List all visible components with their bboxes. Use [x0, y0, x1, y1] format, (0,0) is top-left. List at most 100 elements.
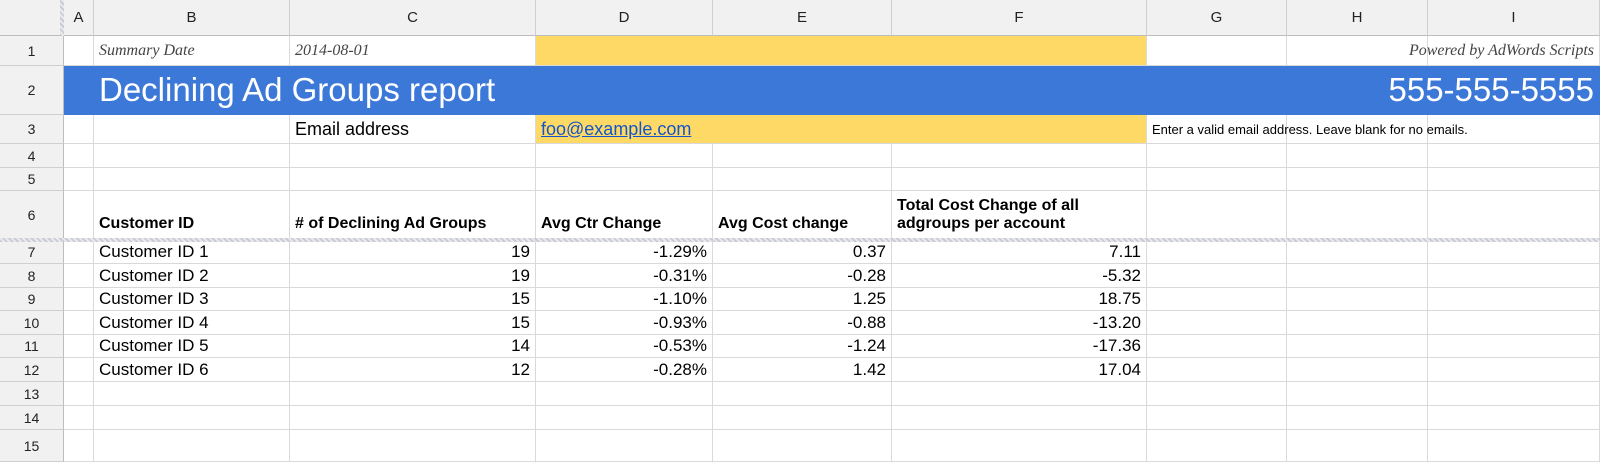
grid-cell[interactable] — [1428, 358, 1600, 382]
grid-cell[interactable] — [1428, 382, 1600, 406]
grid-cell[interactable] — [1428, 335, 1600, 358]
email-label[interactable]: Email address — [290, 115, 536, 144]
grid-cell[interactable] — [64, 115, 94, 144]
grid-cell[interactable] — [290, 382, 536, 406]
grid-cell[interactable] — [536, 382, 713, 406]
cell-ctr[interactable]: -0.31% — [536, 264, 713, 288]
grid-cell[interactable] — [536, 144, 713, 168]
row-header-13[interactable]: 13 — [0, 382, 64, 406]
row-header-6[interactable]: 6 — [0, 191, 64, 240]
column-header-b[interactable]: B — [94, 0, 290, 36]
cell-total[interactable]: 7.11 — [892, 240, 1147, 264]
highlight-cell[interactable] — [536, 36, 1147, 66]
grid-cell[interactable] — [1287, 144, 1428, 168]
cell-declining[interactable]: 15 — [290, 288, 536, 311]
grid-cell[interactable] — [1287, 358, 1428, 382]
grid-cell[interactable] — [1147, 191, 1287, 240]
cell-declining[interactable]: 14 — [290, 335, 536, 358]
header-declining[interactable]: # of Declining Ad Groups — [290, 191, 536, 240]
grid-cell[interactable] — [1428, 191, 1600, 240]
grid-cell[interactable] — [713, 144, 892, 168]
grid-cell[interactable] — [892, 144, 1147, 168]
grid-cell[interactable] — [64, 311, 94, 335]
row-header-8[interactable]: 8 — [0, 264, 64, 288]
cell-cost[interactable]: 1.42 — [713, 358, 892, 382]
row-header-15[interactable]: 15 — [0, 430, 64, 462]
cell-ctr[interactable]: -0.93% — [536, 311, 713, 335]
grid-cell[interactable] — [1147, 240, 1287, 264]
grid-cell[interactable] — [1147, 430, 1287, 462]
grid-cell[interactable] — [1287, 382, 1428, 406]
grid-cell[interactable] — [1147, 406, 1287, 430]
cell-ctr[interactable]: -0.28% — [536, 358, 713, 382]
grid-cell[interactable] — [1147, 288, 1287, 311]
grid-cell[interactable] — [1287, 430, 1428, 462]
cell-customer-id[interactable]: Customer ID 4 — [94, 311, 290, 335]
cell-cost[interactable]: 1.25 — [713, 288, 892, 311]
cell-cost[interactable]: -0.88 — [713, 311, 892, 335]
cell-declining[interactable]: 19 — [290, 240, 536, 264]
grid-cell[interactable] — [94, 168, 290, 191]
column-header-i[interactable]: I — [1428, 0, 1600, 36]
row-header-10[interactable]: 10 — [0, 311, 64, 335]
grid-cell[interactable] — [94, 430, 290, 462]
cell-total[interactable]: -5.32 — [892, 264, 1147, 288]
grid-cell[interactable] — [1428, 430, 1600, 462]
cell-declining[interactable]: 12 — [290, 358, 536, 382]
grid-cell[interactable] — [1147, 311, 1287, 335]
grid-cell[interactable] — [64, 36, 94, 66]
grid-cell[interactable] — [1428, 168, 1600, 191]
grid-cell[interactable] — [713, 430, 892, 462]
grid-cell[interactable] — [713, 406, 892, 430]
summary-date-label[interactable]: Summary Date — [94, 36, 290, 66]
grid-cell[interactable] — [64, 240, 94, 264]
grid-cell[interactable] — [1428, 144, 1600, 168]
column-header-d[interactable]: D — [536, 0, 713, 36]
email-input[interactable]: foo@example.com — [536, 115, 1147, 144]
grid-cell[interactable] — [94, 115, 290, 144]
row-header-2[interactable]: 2 — [0, 66, 64, 115]
row-header-1[interactable]: 1 — [0, 36, 64, 66]
column-header-c[interactable]: C — [290, 0, 536, 36]
grid-cell[interactable] — [290, 168, 536, 191]
row-header-9[interactable]: 9 — [0, 288, 64, 311]
grid-cell[interactable] — [64, 288, 94, 311]
grid-cell[interactable] — [64, 382, 94, 406]
column-header-g[interactable]: G — [1147, 0, 1287, 36]
grid-cell[interactable] — [94, 382, 290, 406]
column-header-a[interactable]: A — [64, 0, 94, 36]
grid-cell[interactable] — [1287, 191, 1428, 240]
grid-cell[interactable] — [1147, 335, 1287, 358]
grid-cell[interactable] — [892, 382, 1147, 406]
cell-customer-id[interactable]: Customer ID 3 — [94, 288, 290, 311]
grid-cell[interactable] — [64, 168, 94, 191]
grid-cell[interactable] — [1428, 406, 1600, 430]
row-header-7[interactable]: 7 — [0, 240, 64, 264]
grid-cell[interactable] — [892, 406, 1147, 430]
cell-customer-id[interactable]: Customer ID 2 — [94, 264, 290, 288]
cell-customer-id[interactable]: Customer ID 5 — [94, 335, 290, 358]
grid-cell[interactable] — [1428, 311, 1600, 335]
row-header-4[interactable]: 4 — [0, 144, 64, 168]
header-total-cost[interactable]: Total Cost Change of all adgroups per acc… — [892, 191, 1147, 240]
grid-cell[interactable] — [64, 264, 94, 288]
grid-cell[interactable] — [290, 406, 536, 430]
grid-cell[interactable] — [290, 430, 536, 462]
cell-declining[interactable]: 15 — [290, 311, 536, 335]
column-header-f[interactable]: F — [892, 0, 1147, 36]
cell-total[interactable]: 17.04 — [892, 358, 1147, 382]
grid-cell[interactable] — [64, 430, 94, 462]
cell-customer-id[interactable]: Customer ID 6 — [94, 358, 290, 382]
email-link[interactable]: foo@example.com — [541, 119, 691, 140]
grid-cell[interactable] — [536, 430, 713, 462]
grid-cell[interactable] — [892, 430, 1147, 462]
grid-cell[interactable] — [1287, 168, 1428, 191]
grid-cell[interactable] — [1287, 406, 1428, 430]
grid-cell[interactable] — [713, 382, 892, 406]
grid-cell[interactable] — [1287, 264, 1428, 288]
grid-cell[interactable] — [64, 358, 94, 382]
grid-cell[interactable] — [1147, 264, 1287, 288]
grid-cell[interactable] — [1428, 240, 1600, 264]
row-header-12[interactable]: 12 — [0, 358, 64, 382]
grid-cell[interactable] — [64, 144, 94, 168]
